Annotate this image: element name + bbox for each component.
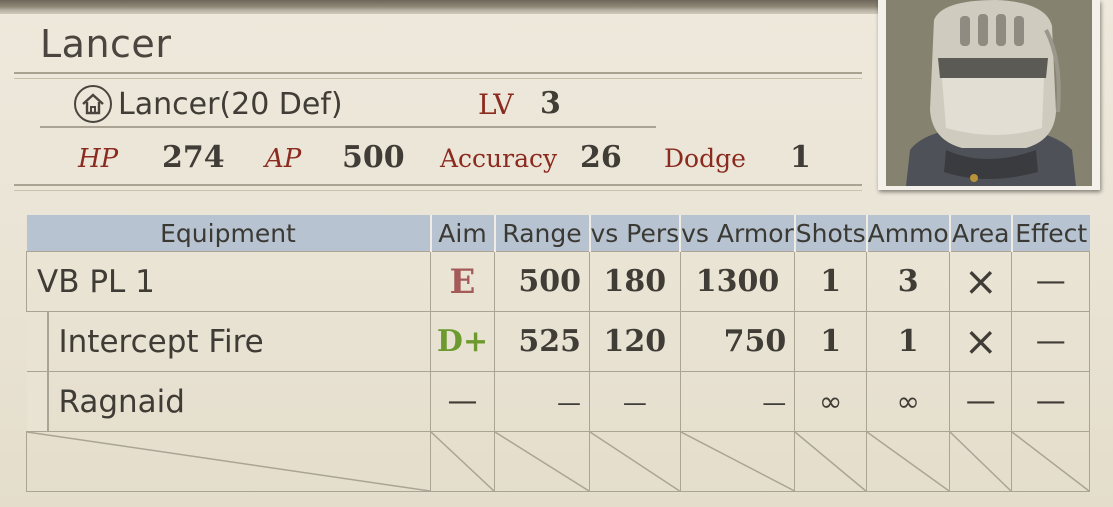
vs-pers-value: 120 bbox=[589, 311, 681, 372]
aim-grade: E bbox=[430, 251, 495, 312]
col-shots: Shots bbox=[793, 215, 867, 252]
empty-slot bbox=[589, 431, 681, 492]
class-name: Lancer(20 Def) bbox=[118, 86, 343, 122]
title-divider bbox=[14, 72, 862, 79]
ap-label: AP bbox=[265, 144, 302, 174]
col-vs-pers: vs Pers bbox=[588, 215, 681, 252]
accuracy-value: 26 bbox=[580, 140, 622, 175]
table-row[interactable]: VB PL 1 E 500 180 1300 1 3 × — bbox=[26, 251, 1091, 312]
shots-value: 1 bbox=[794, 311, 868, 372]
col-area: Area bbox=[948, 215, 1012, 252]
ammo-value: ∞ bbox=[866, 371, 951, 432]
empty-slot bbox=[430, 431, 495, 492]
hp-label: HP bbox=[78, 144, 119, 174]
vs-armor-value: 1300 bbox=[679, 251, 796, 312]
area-value: × bbox=[949, 311, 1013, 372]
weapon-name: Intercept Fire bbox=[26, 311, 431, 372]
vs-pers-value: — bbox=[589, 371, 681, 432]
col-vs-armor: vs Armor bbox=[679, 215, 795, 252]
level-value: 3 bbox=[540, 86, 561, 121]
ammo-value: 1 bbox=[866, 311, 951, 372]
unit-portrait bbox=[878, 0, 1100, 190]
ammo-value: 3 bbox=[866, 251, 951, 312]
table-header-row: Equipment Aim Range vs Pers vs Armor Sho… bbox=[26, 215, 1090, 252]
hp-value: 274 bbox=[162, 140, 225, 175]
dodge-label: Dodge bbox=[664, 144, 746, 173]
table-row[interactable]: Ragnaid — — — — ∞ ∞ — — bbox=[26, 371, 1091, 432]
area-value: — bbox=[949, 371, 1013, 432]
col-ammo: Ammo bbox=[865, 215, 950, 252]
level-label: LV bbox=[478, 88, 514, 121]
weapon-name: Ragnaid bbox=[26, 371, 431, 432]
range-value: — bbox=[494, 371, 590, 432]
dodge-value: 1 bbox=[790, 140, 811, 175]
top-border bbox=[0, 0, 880, 14]
effect-value: — bbox=[1011, 371, 1091, 432]
empty-slot bbox=[679, 431, 796, 492]
vs-armor-value: — bbox=[679, 371, 796, 432]
unit-name: Lancer bbox=[40, 22, 172, 66]
accuracy-label: Accuracy bbox=[440, 144, 558, 173]
effect-value: — bbox=[1011, 311, 1091, 372]
empty-slot bbox=[26, 431, 431, 492]
empty-slot bbox=[866, 431, 951, 492]
vs-pers-value: 180 bbox=[589, 251, 681, 312]
table-row[interactable]: Intercept Fire D+ 525 120 750 1 1 × — bbox=[26, 311, 1091, 372]
col-aim: Aim bbox=[429, 215, 495, 252]
col-range: Range bbox=[493, 215, 590, 252]
weapon-name: VB PL 1 bbox=[26, 251, 431, 312]
empty-slot bbox=[949, 431, 1013, 492]
empty-slot bbox=[494, 431, 590, 492]
unit-class: Lancer(20 Def) bbox=[74, 84, 343, 124]
effect-value: — bbox=[1011, 251, 1091, 312]
range-value: 525 bbox=[494, 311, 590, 372]
shots-value: ∞ bbox=[794, 371, 868, 432]
equipment-table: Equipment Aim Range vs Pers vs Armor Sho… bbox=[26, 215, 1091, 492]
empty-slot-row[interactable] bbox=[26, 431, 1091, 492]
aim-value: — bbox=[430, 371, 495, 432]
vs-armor-value: 750 bbox=[679, 311, 796, 372]
house-icon bbox=[74, 85, 112, 123]
shots-value: 1 bbox=[794, 251, 868, 312]
stats-divider bbox=[14, 184, 862, 191]
class-divider bbox=[40, 126, 656, 128]
area-value: × bbox=[949, 251, 1013, 312]
range-value: 500 bbox=[494, 251, 590, 312]
ap-value: 500 bbox=[342, 140, 405, 175]
col-equipment: Equipment bbox=[26, 215, 431, 252]
empty-slot bbox=[1011, 431, 1091, 492]
knight-helmet-portrait bbox=[886, 0, 1092, 186]
aim-grade: D+ bbox=[430, 311, 495, 372]
col-effect: Effect bbox=[1010, 215, 1090, 252]
empty-slot bbox=[794, 431, 868, 492]
